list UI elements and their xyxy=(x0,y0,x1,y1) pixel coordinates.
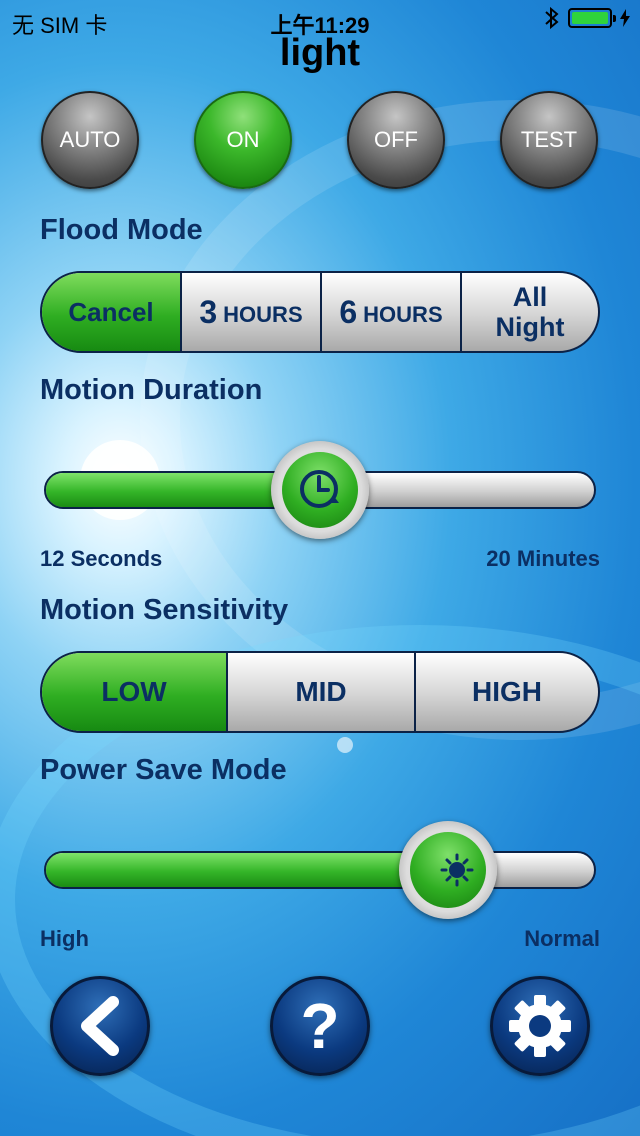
flood-3-hours-unit: HOURS xyxy=(223,302,303,327)
chevron-left-icon xyxy=(81,996,119,1056)
power-save-knob[interactable] xyxy=(398,821,497,919)
sensitivity-mid-button[interactable]: MID xyxy=(226,653,414,731)
motion-duration-knob[interactable] xyxy=(271,441,369,539)
bluetooth-icon xyxy=(545,6,559,30)
sensitivity-low-label: LOW xyxy=(101,676,167,707)
charging-bolt-icon xyxy=(620,9,630,27)
flood-all-night-button[interactable]: All Night xyxy=(460,273,598,351)
power-save-slider[interactable] xyxy=(44,851,596,889)
test-button[interactable]: TEST xyxy=(500,91,598,189)
motion-duration-label: Motion Duration xyxy=(40,374,263,406)
flood-6-hours-button[interactable]: 6 HOURS xyxy=(320,273,460,351)
flood-cancel-button[interactable]: Cancel xyxy=(42,273,180,351)
duration-max-label: 20 Minutes xyxy=(486,546,600,571)
clock-icon xyxy=(300,470,339,508)
settings-button[interactable] xyxy=(490,976,590,1076)
motion-sensitivity-label: Motion Sensitivity xyxy=(40,594,289,626)
moon-sun-icon xyxy=(419,853,474,887)
flood-all-night-line1: All xyxy=(512,282,548,312)
power-save-fill xyxy=(46,853,450,887)
auto-button[interactable]: AUTO xyxy=(41,91,139,189)
help-button[interactable]: ? xyxy=(270,976,370,1076)
battery-icon xyxy=(568,8,616,28)
help-icon: ? xyxy=(300,990,340,1062)
sensitivity-high-button[interactable]: HIGH xyxy=(414,653,598,731)
gear-icon xyxy=(509,995,571,1057)
power-min-label: High xyxy=(40,926,89,951)
flood-6-hours-number: 6 xyxy=(339,293,358,330)
on-button[interactable]: ON xyxy=(194,91,292,189)
flood-3-hours-button[interactable]: 3 HOURS xyxy=(180,273,320,351)
page-title: light xyxy=(279,32,361,74)
sensitivity-selector: LOW MID HIGH xyxy=(40,651,600,733)
flood-all-night-line2: Night xyxy=(495,312,565,342)
flood-3-hours-number: 3 xyxy=(199,293,218,330)
flood-6-hours-unit: HOURS xyxy=(363,302,443,327)
power-max-label: Normal xyxy=(524,926,600,951)
sensitivity-high-label: HIGH xyxy=(472,676,542,707)
flood-cancel-label: Cancel xyxy=(68,296,154,327)
duration-min-label: 12 Seconds xyxy=(40,546,163,571)
power-save-label: Power Save Mode xyxy=(40,754,287,786)
back-button[interactable] xyxy=(50,976,150,1076)
sensitivity-mid-label: MID xyxy=(295,676,347,707)
off-button[interactable]: OFF xyxy=(347,91,445,189)
sensitivity-low-button[interactable]: LOW xyxy=(42,653,226,731)
flood-mode-selector: Cancel 3 HOURS 6 HOURS All Night xyxy=(40,271,600,353)
status-right xyxy=(544,6,630,30)
flood-mode-label: Flood Mode xyxy=(40,214,203,246)
